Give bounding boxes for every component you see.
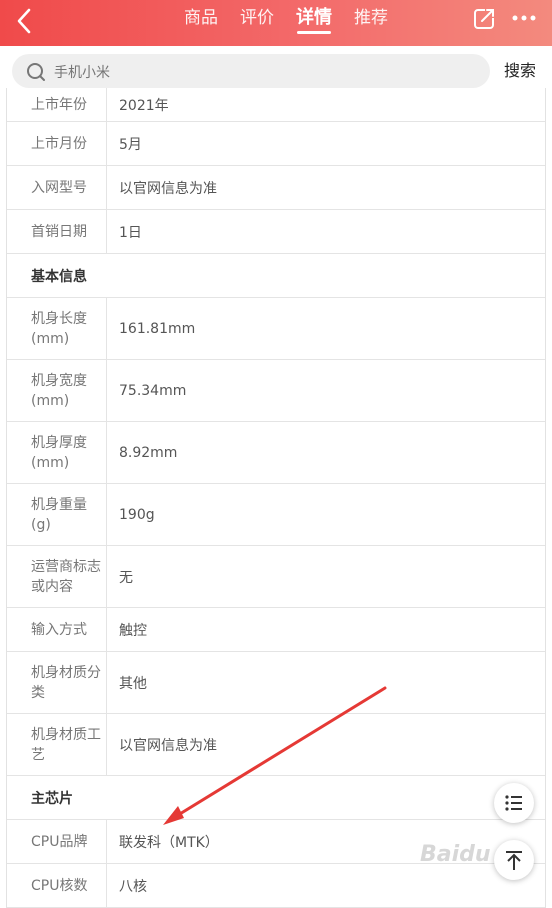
top-nav-bar: 商品 评价 详情 推荐 [0, 0, 552, 46]
table-row: 机身厚度(mm) 8.92mm [7, 422, 545, 484]
spec-value: 触控 [119, 622, 147, 639]
spec-label: CPU品牌 [7, 820, 107, 863]
back-chevron-icon[interactable] [10, 6, 40, 36]
spec-label: 机身宽度(mm) [7, 360, 107, 421]
watermark-logo: Baidu [420, 842, 491, 867]
table-row: 输入方式 触控 [7, 608, 545, 652]
section-header: 主芯片 [7, 776, 545, 820]
table-row: 机身长度(mm) 161.81mm [7, 298, 545, 360]
spec-label: 输入方式 [7, 608, 107, 651]
table-row: 机身重量(g) 190g [7, 484, 545, 546]
spec-label: 上市年份 [7, 88, 107, 121]
spec-value: 1日 [119, 224, 142, 241]
tab-recommend[interactable]: 推荐 [348, 0, 394, 46]
table-row: 首销日期 1日 [7, 210, 545, 254]
search-box[interactable] [12, 54, 490, 90]
tab-details[interactable]: 详情 [290, 0, 338, 46]
spec-value: 其他 [119, 675, 147, 692]
spec-label: 上市月份 [7, 122, 107, 165]
spec-label: 机身长度(mm) [7, 298, 107, 359]
spec-label: CPU核数 [7, 864, 107, 907]
spec-value: 无 [119, 569, 133, 586]
spec-label: 机身厚度(mm) [7, 422, 107, 483]
spec-label: 运营商标志或内容 [7, 546, 107, 607]
list-icon [505, 795, 522, 811]
tab-reviews[interactable]: 评价 [234, 0, 280, 46]
search-button[interactable]: 搜索 [504, 54, 536, 88]
spec-value: 八核 [119, 878, 147, 895]
section-header: 基本信息 [7, 254, 545, 298]
search-icon [27, 63, 45, 81]
back-to-top-icon [506, 851, 522, 870]
table-row: 机身宽度(mm) 75.34mm [7, 360, 545, 422]
more-dots-icon[interactable] [511, 14, 537, 22]
table-row: CPU核数 八核 [7, 864, 545, 908]
spec-label: 机身重量(g) [7, 484, 107, 545]
spec-label: 机身材质工艺 [7, 714, 107, 775]
spec-label: 首销日期 [7, 210, 107, 253]
search-input[interactable] [52, 54, 237, 90]
table-row: 机身材质工艺 以官网信息为准 [7, 714, 545, 776]
spec-value: 75.34mm [119, 382, 187, 399]
spec-table: 上市年份 2021年 上市月份 5月 入网型号 以官网信息为准 首销日期 1日 … [6, 88, 546, 908]
spec-value: 5月 [119, 136, 142, 153]
list-button[interactable] [494, 783, 534, 823]
spec-value: 2021年 [119, 97, 169, 114]
spec-value: 190g [119, 506, 155, 523]
tab-product[interactable]: 商品 [178, 0, 224, 46]
share-icon[interactable] [472, 7, 496, 31]
table-row: 上市月份 5月 [7, 122, 545, 166]
table-row: 入网型号 以官网信息为准 [7, 166, 545, 210]
back-to-top-button[interactable] [494, 840, 534, 880]
spec-value: 8.92mm [119, 444, 178, 461]
spec-value: 以官网信息为准 [119, 180, 217, 197]
spec-value: 以官网信息为准 [119, 737, 217, 754]
table-row: 运营商标志或内容 无 [7, 546, 545, 608]
spec-value: 161.81mm [119, 320, 196, 337]
table-row: 上市年份 2021年 [7, 88, 545, 122]
table-row: 机身材质分类 其他 [7, 652, 545, 714]
spec-label: 机身材质分类 [7, 652, 107, 713]
spec-label: 入网型号 [7, 166, 107, 209]
tab-bar: 商品 评价 详情 推荐 [178, 0, 404, 46]
